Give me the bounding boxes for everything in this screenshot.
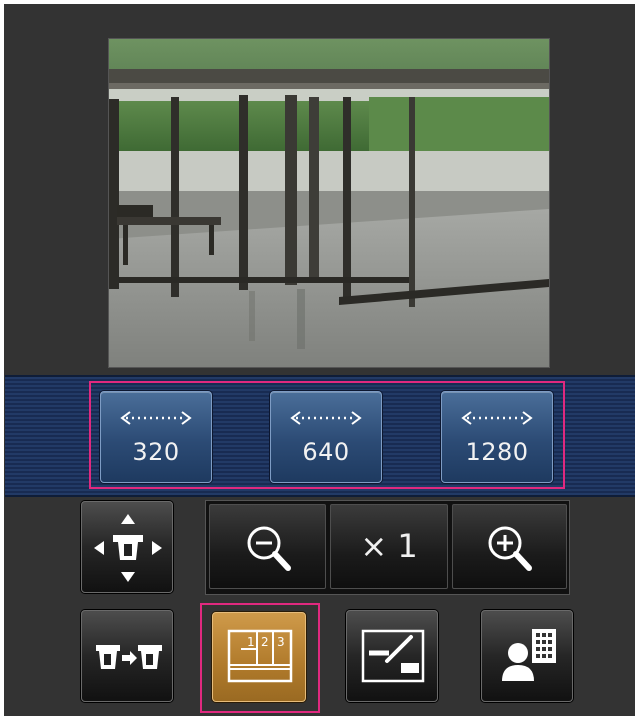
resolution-label: 1280 xyxy=(465,438,529,466)
resolution-1280-button[interactable]: 1280 xyxy=(441,391,553,483)
zoom-in-button[interactable] xyxy=(452,504,567,589)
multi-screen-digit: 2 xyxy=(261,635,269,649)
resolution-640-button[interactable]: 640 xyxy=(270,391,382,483)
brightness-adjust-icon xyxy=(361,629,425,683)
resolution-320-button[interactable]: 320 xyxy=(100,391,212,483)
resolution-label: 320 xyxy=(132,438,180,466)
horizontal-resize-icon xyxy=(120,411,192,425)
multi-screen-digit: 3 xyxy=(277,635,285,649)
preset-button[interactable] xyxy=(481,610,573,702)
pan-tilt-arrows-icon xyxy=(94,514,162,582)
zoom-in-magnifier-icon xyxy=(488,526,532,571)
zoom-level-label: × 1 xyxy=(360,527,418,565)
camera-to-camera-icon xyxy=(96,645,162,669)
user-preset-icon xyxy=(502,629,556,681)
multi-screen-layout-icon: 1 2 3 xyxy=(227,629,293,683)
brightness-button[interactable] xyxy=(346,610,438,702)
zoom-level-button[interactable]: × 1 xyxy=(330,504,448,589)
camera-scene-illustration xyxy=(109,39,549,367)
pan-tilt-button[interactable] xyxy=(81,501,173,593)
multi-screen-button[interactable]: 1 2 3 xyxy=(212,612,306,702)
zoom-out-button[interactable] xyxy=(209,504,326,589)
camera-switch-button[interactable] xyxy=(81,610,173,702)
zoom-out-magnifier-icon xyxy=(247,526,291,571)
resolution-label: 640 xyxy=(302,438,350,466)
live-camera-image[interactable] xyxy=(108,38,550,368)
horizontal-resize-icon xyxy=(461,411,533,425)
multi-screen-digit: 1 xyxy=(247,635,255,649)
horizontal-resize-icon xyxy=(290,411,362,425)
